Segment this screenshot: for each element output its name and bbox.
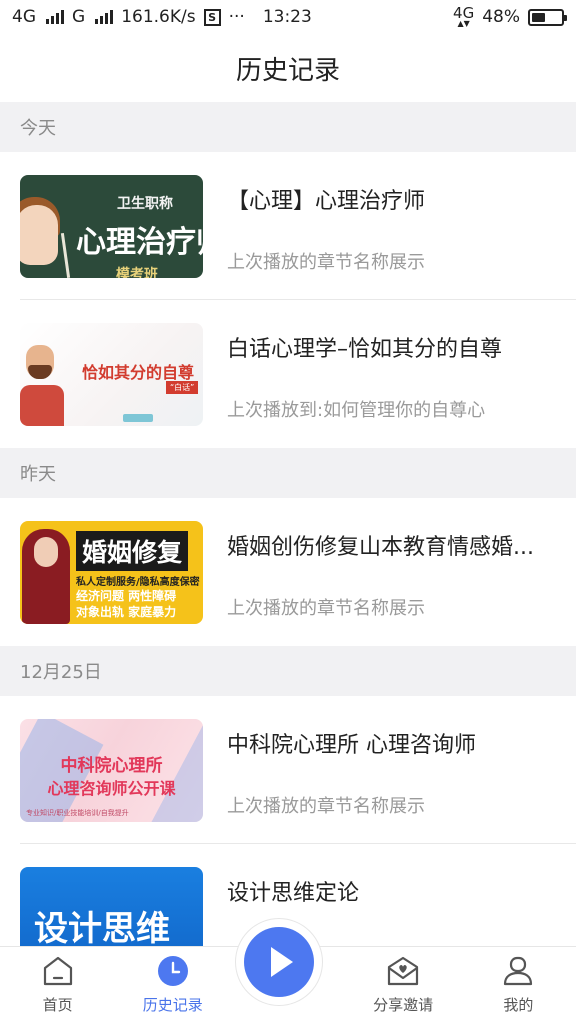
section-header-today: 今天 <box>0 102 576 152</box>
presenter-body <box>20 384 64 426</box>
item-info: 白话心理学–恰如其分的自尊 上次播放到:如何管理你的自尊心 <box>227 323 556 426</box>
last-played: 上次播放到:如何管理你的自尊心 <box>227 399 486 421</box>
thumb-line-2: 经济问题 两性障碍 <box>76 588 177 603</box>
thumb-sub-text: 模考班 <box>116 266 158 278</box>
thumb-big-text: 心理治疗师 <box>76 224 203 260</box>
section-header-date: 12月25日 <box>0 646 576 696</box>
status-right: 4G ▲▼ 48% <box>453 6 567 28</box>
last-played: 上次播放的章节名称展示 <box>227 597 425 619</box>
nav-label-home: 首页 <box>42 996 73 1014</box>
mail-heart-icon <box>388 956 419 986</box>
course-thumbnail: 婚姻修复 私人定制服务/隐私高度保密 经济问题 两性障碍 对象出轨 家庭暴力 <box>20 520 203 624</box>
history-item[interactable]: 恰如其分的自尊 “白话” 白话心理学–恰如其分的自尊 上次播放到:如何管理你的自… <box>0 300 576 448</box>
thumb-line-3: 对象出轨 家庭暴力 <box>76 604 177 619</box>
course-thumbnail: 中科院心理所 心理咨询师公开课 专业知识/职业技能培训/自我提升 <box>20 718 203 822</box>
course-thumbnail: 卫生职称 心理治疗师 模考班 <box>20 174 203 278</box>
history-item[interactable]: 婚姻修复 私人定制服务/隐私高度保密 经济问题 两性障碍 对象出轨 家庭暴力 婚… <box>0 498 576 646</box>
thumb-tag: “白话” <box>166 380 199 394</box>
last-played: 上次播放的章节名称展示 <box>227 795 425 817</box>
item-info: 婚姻创伤修复山本教育情感婚... 上次播放的章节名称展示 <box>227 521 556 624</box>
presenter-face <box>34 536 58 567</box>
signal-icon <box>46 10 64 24</box>
nav-label-share: 分享邀请 <box>373 996 434 1014</box>
status-left: 4G G 161.6K/s S ··· 13:23 <box>12 7 312 27</box>
signal-icon-2 <box>95 10 114 24</box>
data-arrows-icon: ▲▼ <box>457 19 470 28</box>
status-bar: 4G G 161.6K/s S ··· 13:23 4G ▲▼ 48% <box>0 0 576 34</box>
course-title: 婚姻创伤修复山本教育情感婚... <box>227 534 534 560</box>
last-played: 上次播放的章节名称展示 <box>227 251 425 273</box>
play-icon <box>271 947 293 977</box>
thumb-small-text: 卫生职称 <box>117 195 173 212</box>
network-label-2: G <box>72 7 86 27</box>
course-thumbnail: 恰如其分的自尊 “白话” <box>20 322 203 426</box>
thumb-big-text: 婚姻修复 <box>76 530 189 571</box>
course-title: 白话心理学–恰如其分的自尊 <box>227 336 503 362</box>
item-info: 中科院心理所 心理咨询师 上次播放的章节名称展示 <box>227 719 556 822</box>
net-type: 4G <box>453 4 475 22</box>
section-header-yesterday: 昨天 <box>0 448 576 498</box>
history-list[interactable]: 今天 卫生职称 心理治疗师 模考班 【心理】心理治疗师 上次播放的章节名称展示 … <box>0 102 576 946</box>
more-dots: ··· <box>228 7 245 27</box>
network-label-1: 4G <box>12 7 36 27</box>
clock-icon <box>157 956 188 986</box>
thumb-big-text: 设计思维 <box>34 908 170 947</box>
s-badge-icon: S <box>203 8 221 26</box>
thumb-text: 恰如其分的自尊 <box>82 362 195 382</box>
battery-icon <box>528 8 567 26</box>
history-item[interactable]: 卫生职称 心理治疗师 模考班 【心理】心理治疗师 上次播放的章节名称展示 <box>0 152 576 300</box>
decorative-shape <box>123 413 153 422</box>
teacher-illustration <box>20 204 58 265</box>
network-speed: 161.6K/s <box>121 7 196 27</box>
nav-item-share[interactable]: 分享邀请 <box>346 947 461 1024</box>
thumb-line-1: 中科院心理所 <box>60 755 163 776</box>
presenter-beard <box>28 364 52 379</box>
thumb-line-2: 心理咨询师公开课 <box>47 778 176 798</box>
nav-label-history: 历史记录 <box>142 996 203 1014</box>
person-icon <box>504 956 533 986</box>
course-title: 中科院心理所 心理咨询师 <box>227 732 476 758</box>
history-item[interactable]: 中科院心理所 心理咨询师公开课 专业知识/职业技能培训/自我提升 中科院心理所 … <box>0 696 576 844</box>
nav-item-home[interactable]: 首页 <box>0 947 115 1024</box>
play-button-circle <box>244 927 314 997</box>
status-time: 13:23 <box>262 7 312 27</box>
nav-item-history[interactable]: 历史记录 <box>115 947 230 1024</box>
thumb-line-3: 专业知识/职业技能培训/自我提升 <box>26 808 129 817</box>
course-title: 设计思维定论 <box>227 880 360 906</box>
item-info: 【心理】心理治疗师 上次播放的章节名称展示 <box>227 175 556 278</box>
mobile-data-icon: 4G ▲▼ <box>453 6 474 28</box>
course-thumbnail: 设计思维 <box>20 866 203 947</box>
course-title: 【心理】心理治疗师 <box>227 188 426 214</box>
title-bar: 历史记录 <box>0 34 576 102</box>
home-icon <box>43 956 72 986</box>
page-title: 历史记录 <box>235 55 340 86</box>
thumb-line-1: 私人定制服务/隐私高度保密 <box>76 576 200 588</box>
play-button[interactable] <box>235 918 323 1006</box>
battery-percent: 48% <box>482 7 520 27</box>
nav-label-mine: 我的 <box>503 996 534 1014</box>
pointer-stick <box>60 232 71 278</box>
nav-item-mine[interactable]: 我的 <box>461 947 576 1024</box>
